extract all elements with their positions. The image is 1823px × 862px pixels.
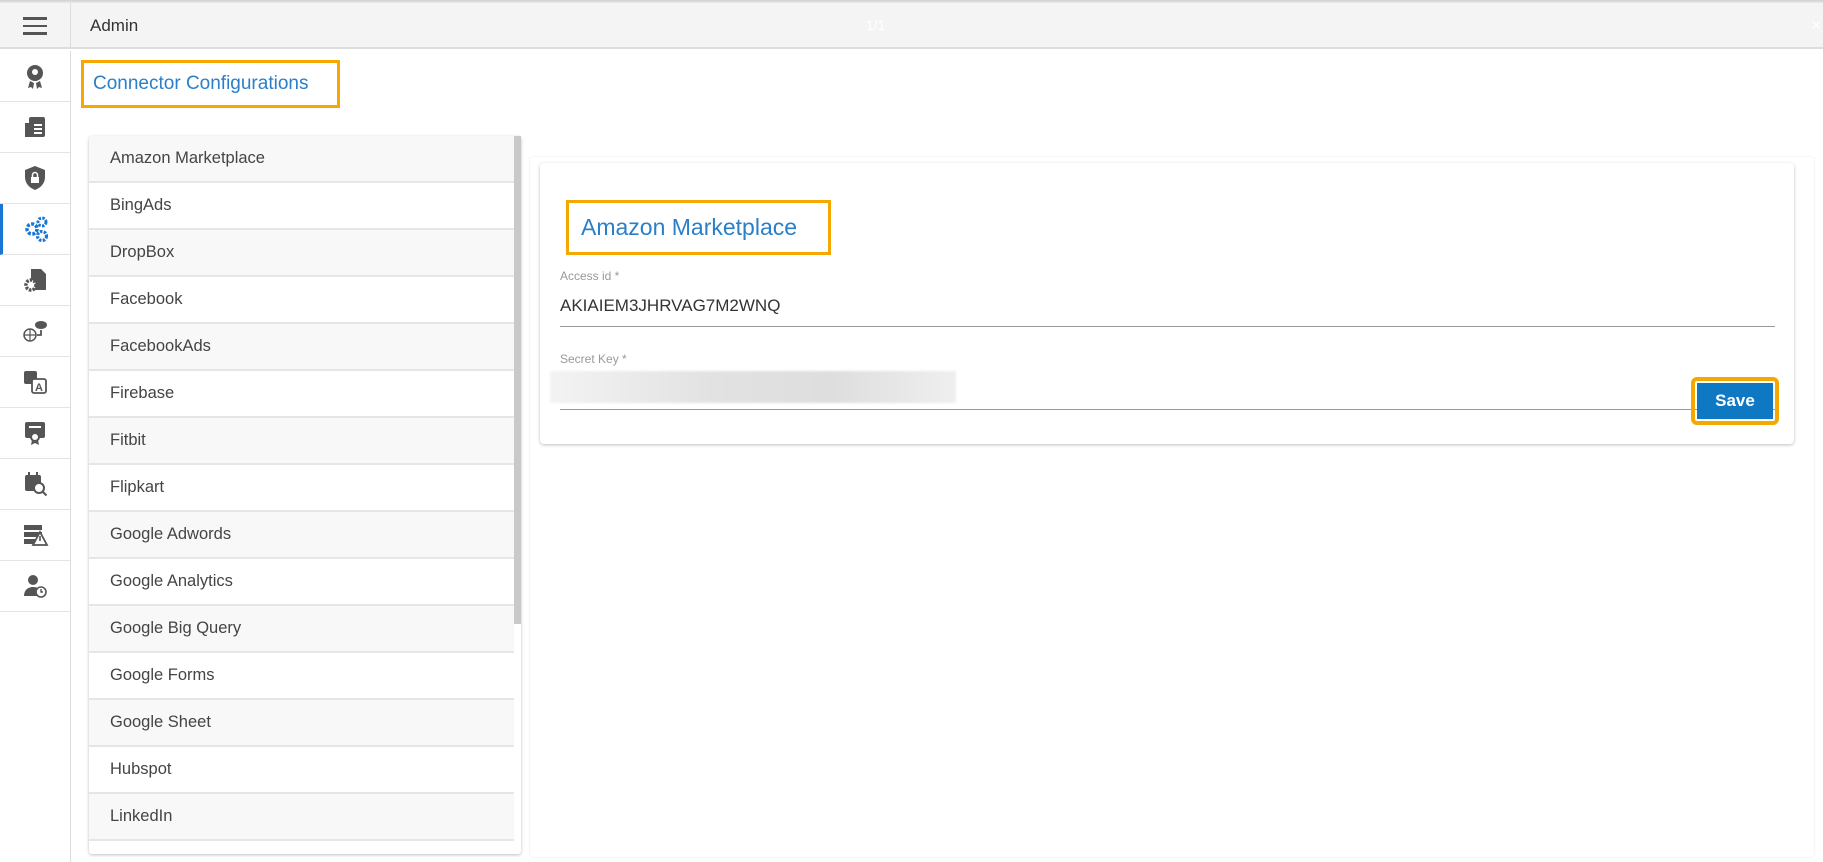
svg-text:A: A [35, 382, 43, 394]
server-warning-icon [24, 525, 49, 546]
secret-key-input-redacted[interactable] [550, 371, 956, 403]
header-bar: Admin 1/1 × [0, 3, 1823, 49]
gears-icon [24, 216, 48, 243]
connector-list-item[interactable]: Fitbit [89, 418, 514, 465]
user-gear-badge-icon [27, 65, 43, 89]
header-title: Admin [90, 16, 139, 35]
connector-list-item[interactable]: Google Adwords [89, 512, 514, 559]
menu-toggle-button[interactable] [0, 3, 71, 49]
sidebar-item-language[interactable]: A [0, 357, 70, 408]
connector-list-item[interactable]: Google Sheet [89, 700, 514, 747]
sidebar-item-file-settings[interactable] [0, 255, 70, 306]
sidebar-item-user-history[interactable] [0, 561, 70, 612]
page-counter: 1/1 [866, 17, 886, 33]
connector-list-item[interactable]: BingAds [89, 183, 514, 230]
connector-list-item[interactable]: Flipkart [89, 465, 514, 512]
page-title: Connector Configurations [93, 73, 309, 94]
save-button-highlight: Save [1691, 377, 1779, 425]
sidebar-item-server-alerts[interactable] [0, 510, 70, 561]
certificate-icon [25, 422, 45, 445]
secret-key-label: Secret Key * [560, 352, 627, 366]
sidebar-item-network[interactable] [0, 306, 70, 357]
file-gear-icon [24, 269, 46, 292]
connector-form-card: Amazon Marketplace Access id * AKIAIEM3J… [540, 163, 1794, 444]
calendar-search-icon [25, 472, 48, 497]
sidebar-item-billing[interactable] [0, 102, 70, 153]
translate-icon: A [24, 371, 47, 394]
hamburger-icon [23, 15, 47, 38]
scrollbar-thumb[interactable] [514, 136, 521, 624]
connector-list-item[interactable]: Firebase [89, 371, 514, 418]
connector-list-item[interactable]: Google Big Query [89, 606, 514, 653]
page-title-box: Connector Configurations [81, 60, 340, 108]
sidebar-item-scheduler[interactable] [0, 459, 70, 510]
connector-list-item[interactable]: LinkedIn [89, 794, 514, 841]
connector-list-scrollbar[interactable] [514, 136, 521, 848]
sidebar-item-certificate[interactable] [0, 408, 70, 459]
connector-list-item[interactable]: Facebook [89, 277, 514, 324]
invoice-icon [25, 117, 45, 137]
access-id-label: Access id * [560, 269, 620, 283]
connector-list-item[interactable]: Amazon Marketplace [89, 136, 514, 183]
connector-list-item[interactable]: DropBox [89, 230, 514, 277]
connector-list: Amazon Marketplace BingAds DropBox Facebook… [89, 136, 521, 854]
connector-list-item[interactable]: Hubspot [89, 747, 514, 794]
shield-lock-icon [25, 166, 45, 190]
sidebar-item-security[interactable] [0, 153, 70, 204]
form-title: Amazon Marketplace [581, 214, 798, 240]
access-id-underline [560, 326, 1775, 327]
connector-list-item[interactable]: Google Analytics [89, 559, 514, 606]
form-title-box: Amazon Marketplace [566, 200, 831, 255]
sidebar-item-connector-configurations[interactable] [0, 204, 70, 255]
sidebar-item-user-badge[interactable] [0, 51, 70, 102]
user-clock-icon [24, 575, 47, 598]
sidebar: A [0, 51, 71, 862]
save-button[interactable]: Save [1697, 383, 1773, 419]
secret-key-underline [560, 409, 1775, 410]
globe-cloud-icon [23, 321, 47, 342]
close-icon[interactable]: × [1811, 15, 1822, 36]
access-id-input[interactable]: AKIAIEM3JHRVAG7M2WNQ [560, 296, 780, 316]
connector-list-item[interactable]: FacebookAds [89, 324, 514, 371]
connector-list-item[interactable]: Google Forms [89, 653, 514, 700]
